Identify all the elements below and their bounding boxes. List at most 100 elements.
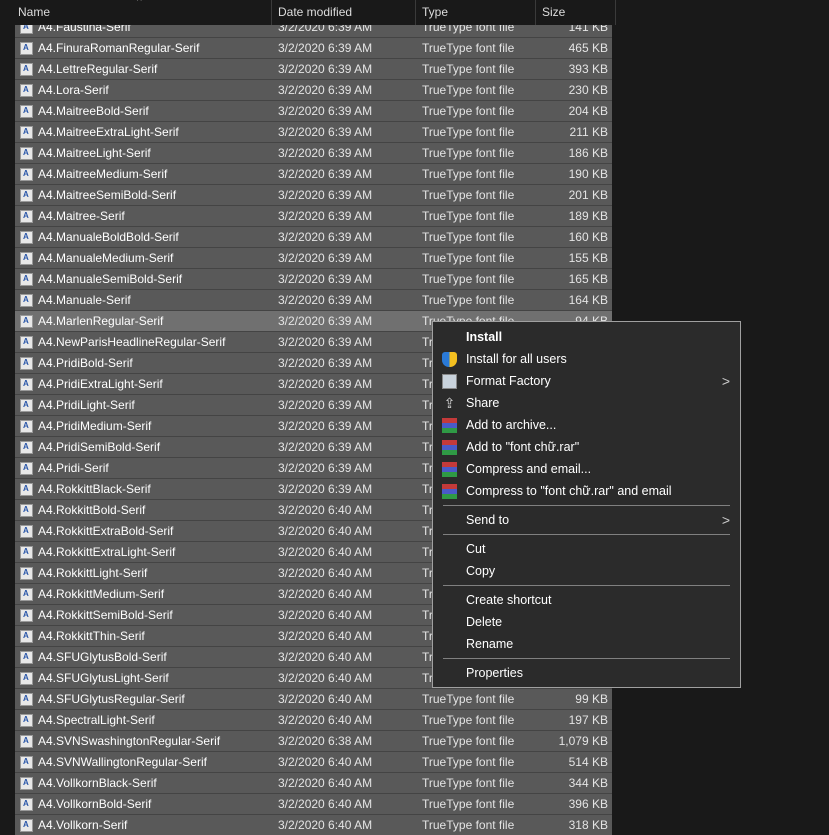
file-date: 3/2/2020 6:40 AM: [278, 587, 373, 601]
file-date: 3/2/2020 6:38 AM: [278, 734, 373, 748]
font-file-icon: [20, 185, 33, 205]
share-icon: ⇪: [443, 395, 456, 411]
menu-item-label: Send to: [466, 513, 510, 527]
menu-item-properties[interactable]: Properties: [433, 662, 740, 684]
font-file-icon: [20, 458, 33, 478]
file-date: 3/2/2020 6:39 AM: [278, 272, 373, 286]
file-date: 3/2/2020 6:39 AM: [278, 335, 373, 349]
file-date: 3/2/2020 6:39 AM: [278, 419, 373, 433]
menu-item-compress-and-email[interactable]: Compress and email...: [433, 458, 740, 480]
file-name: A4.Pridi-Serif: [38, 461, 109, 475]
menu-item-compress-to-font-ch-rar-and-email[interactable]: Compress to "font chữ.rar" and email: [433, 480, 740, 502]
file-row[interactable]: A4.Maitree-Serif 3/2/2020 6:39 AM TrueTy…: [15, 205, 612, 226]
font-file-icon: [20, 59, 33, 79]
menu-separator: [443, 534, 730, 535]
file-name: A4.SFUGlytusRegular-Serif: [38, 692, 185, 706]
file-date: 3/2/2020 6:39 AM: [278, 482, 373, 496]
font-file-icon: [20, 794, 33, 814]
file-row[interactable]: A4.VollkornBold-Serif 3/2/2020 6:40 AM T…: [15, 793, 612, 814]
file-row[interactable]: A4.MaitreeExtraLight-Serif 3/2/2020 6:39…: [15, 121, 612, 142]
file-name: A4.RokkittExtraBold-Serif: [38, 524, 174, 538]
file-row[interactable]: A4.Manuale-Serif 3/2/2020 6:39 AM TrueTy…: [15, 289, 612, 310]
file-row[interactable]: A4.SpectralLight-Serif 3/2/2020 6:40 AM …: [15, 709, 612, 730]
font-file-icon: [20, 38, 33, 58]
file-date: 3/2/2020 6:39 AM: [278, 314, 373, 328]
menu-item-label: Cut: [466, 542, 486, 556]
column-name[interactable]: Name: [12, 0, 272, 25]
file-name: A4.MaitreeBold-Serif: [38, 104, 149, 118]
file-type: TrueType font file: [422, 167, 515, 181]
file-type: TrueType font file: [422, 188, 515, 202]
file-date: 3/2/2020 6:40 AM: [278, 671, 373, 685]
file-date: 3/2/2020 6:39 AM: [278, 293, 373, 307]
file-row[interactable]: A4.MaitreeBold-Serif 3/2/2020 6:39 AM Tr…: [15, 100, 612, 121]
file-row[interactable]: A4.VollkornBlack-Serif 3/2/2020 6:40 AM …: [15, 772, 612, 793]
column-size[interactable]: Size: [536, 0, 616, 25]
chevron-right-icon: >: [721, 373, 730, 389]
file-type: TrueType font file: [422, 776, 515, 790]
column-type[interactable]: Type: [416, 0, 536, 25]
file-date: 3/2/2020 6:39 AM: [278, 209, 373, 223]
file-type: TrueType font file: [422, 272, 515, 286]
file-size: 201 KB: [568, 188, 608, 202]
menu-item-rename[interactable]: Rename: [433, 633, 740, 655]
font-file-icon: [20, 290, 33, 310]
file-row[interactable]: A4.MaitreeLight-Serif 3/2/2020 6:39 AM T…: [15, 142, 612, 163]
file-type: TrueType font file: [422, 104, 515, 118]
menu-item-add-to-font-ch-rar[interactable]: Add to "font chữ.rar": [433, 436, 740, 458]
file-date: 3/2/2020 6:39 AM: [278, 41, 373, 55]
font-file-icon: [20, 689, 33, 709]
file-date: 3/2/2020 6:39 AM: [278, 167, 373, 181]
file-row[interactable]: A4.MaitreeMedium-Serif 3/2/2020 6:39 AM …: [15, 163, 612, 184]
file-name: A4.SVNSwashingtonRegular-Serif: [38, 734, 221, 748]
file-row[interactable]: A4.SFUGlytusRegular-Serif 3/2/2020 6:40 …: [15, 688, 612, 709]
file-type: TrueType font file: [422, 62, 515, 76]
file-row[interactable]: A4.Vollkorn-Serif 3/2/2020 6:40 AM TrueT…: [15, 814, 612, 835]
file-date: 3/2/2020 6:40 AM: [278, 713, 373, 727]
file-row[interactable]: A4.ManualeMedium-Serif 3/2/2020 6:39 AM …: [15, 247, 612, 268]
menu-item-install-for-all-users[interactable]: Install for all users: [433, 348, 740, 370]
chevron-right-icon: >: [721, 512, 730, 528]
file-name: A4.RokkittLight-Serif: [38, 566, 148, 580]
file-name: A4.PridiBold-Serif: [38, 356, 133, 370]
menu-item-share[interactable]: ⇪ Share: [433, 392, 740, 414]
font-file-icon: [20, 227, 33, 247]
column-date-modified[interactable]: Date modified: [272, 0, 416, 25]
menu-item-label: Delete: [466, 615, 503, 629]
font-file-icon: [20, 206, 33, 226]
file-type: TrueType font file: [422, 230, 515, 244]
file-type: TrueType font file: [422, 125, 515, 139]
file-date: 3/2/2020 6:40 AM: [278, 797, 373, 811]
file-row[interactable]: A4.SVNSwashingtonRegular-Serif 3/2/2020 …: [15, 730, 612, 751]
file-date: 3/2/2020 6:39 AM: [278, 440, 373, 454]
menu-item-format-factory[interactable]: Format Factory >: [433, 370, 740, 392]
file-date: 3/2/2020 6:39 AM: [278, 62, 373, 76]
menu-item-copy[interactable]: Copy: [433, 560, 740, 582]
file-type: TrueType font file: [422, 146, 515, 160]
file-row[interactable]: A4.ManualeSemiBold-Serif 3/2/2020 6:39 A…: [15, 268, 612, 289]
menu-item-create-shortcut[interactable]: Create shortcut: [433, 589, 740, 611]
file-row[interactable]: A4.LettreRegular-Serif 3/2/2020 6:39 AM …: [15, 58, 612, 79]
file-type: TrueType font file: [422, 797, 515, 811]
file-row[interactable]: A4.MaitreeSemiBold-Serif 3/2/2020 6:39 A…: [15, 184, 612, 205]
menu-item-cut[interactable]: Cut: [433, 538, 740, 560]
font-file-icon: [20, 563, 33, 583]
menu-item-add-to-archive[interactable]: Add to archive...: [433, 414, 740, 436]
file-row[interactable]: A4.ManualeBoldBold-Serif 3/2/2020 6:39 A…: [15, 226, 612, 247]
font-file-icon: [20, 479, 33, 499]
shield-icon: [442, 352, 457, 367]
file-row[interactable]: A4.FinuraRomanRegular-Serif 3/2/2020 6:3…: [15, 37, 612, 58]
file-size: 514 KB: [568, 755, 608, 769]
file-row[interactable]: A4.SVNWallingtonRegular-Serif 3/2/2020 6…: [15, 751, 612, 772]
file-date: 3/2/2020 6:39 AM: [278, 188, 373, 202]
file-name: A4.RokkittBlack-Serif: [38, 482, 151, 496]
font-file-icon: [20, 626, 33, 646]
menu-item-send-to[interactable]: Send to >: [433, 509, 740, 531]
menu-item-install[interactable]: Install: [433, 326, 740, 348]
file-row[interactable]: A4.Lora-Serif 3/2/2020 6:39 AM TrueType …: [15, 79, 612, 100]
file-name: A4.Manuale-Serif: [38, 293, 131, 307]
menu-separator: [443, 505, 730, 506]
file-size: 204 KB: [568, 104, 608, 118]
file-size: 186 KB: [568, 146, 608, 160]
menu-item-delete[interactable]: Delete: [433, 611, 740, 633]
